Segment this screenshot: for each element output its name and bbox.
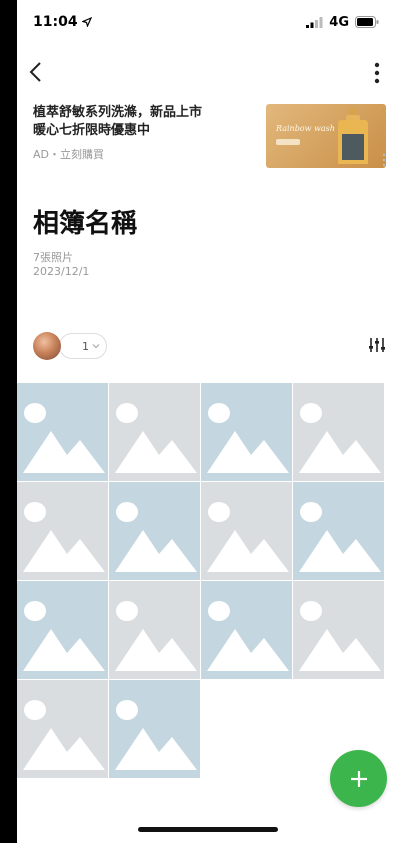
more-options-button[interactable]	[367, 60, 387, 86]
image-placeholder-icon	[299, 403, 381, 473]
plus-icon	[350, 770, 367, 787]
image-placeholder-icon	[207, 502, 289, 572]
image-placeholder-icon	[207, 403, 289, 473]
photo-thumbnail[interactable]	[109, 680, 200, 778]
chevron-down-icon	[92, 344, 100, 349]
status-time: 11:04	[33, 14, 78, 30]
album-date: 2023/12/1	[33, 265, 90, 278]
location-arrow-icon	[81, 17, 92, 27]
image-placeholder-icon	[115, 502, 197, 572]
album-title: 相簿名稱	[33, 209, 138, 239]
photo-thumbnail[interactable]	[201, 581, 292, 679]
photo-thumbnail[interactable]	[293, 581, 384, 679]
image-placeholder-icon	[23, 403, 105, 473]
vertical-ellipsis-icon	[374, 62, 380, 84]
vertical-ellipsis-icon	[382, 153, 386, 167]
filter-button[interactable]	[367, 335, 387, 355]
members-row: 1	[33, 330, 387, 366]
sliders-icon	[369, 338, 385, 352]
image-placeholder-icon	[23, 700, 105, 770]
photo-thumbnail[interactable]	[109, 581, 200, 679]
image-placeholder-icon	[115, 403, 197, 473]
album-screen: 11:04 4G 植萃舒敏系列洗滌，新品上市 暖心七折限時優惠中 AD・立刻購買…	[17, 0, 393, 843]
member-avatar[interactable]	[33, 332, 61, 360]
photo-thumbnail[interactable]	[293, 383, 384, 481]
photo-thumbnail[interactable]	[17, 383, 108, 481]
chevron-left-icon	[29, 62, 41, 82]
status-time-wrap: 11:04	[33, 14, 92, 30]
signal-icon	[306, 16, 323, 28]
image-placeholder-icon	[115, 700, 197, 770]
image-placeholder-icon	[299, 502, 381, 572]
ad-image[interactable]: Rainbow wash	[266, 104, 386, 168]
photo-thumbnail[interactable]	[17, 581, 108, 679]
photo-thumbnail[interactable]	[201, 482, 292, 580]
status-right: 4G	[306, 15, 379, 30]
members-button[interactable]: 1	[59, 333, 107, 359]
photo-thumbnail[interactable]	[201, 383, 292, 481]
home-indicator	[138, 827, 278, 832]
add-photo-button[interactable]	[330, 750, 387, 807]
back-button[interactable]	[25, 60, 49, 84]
member-count: 1	[82, 339, 89, 353]
image-placeholder-icon	[115, 601, 197, 671]
photo-thumbnail[interactable]	[17, 680, 108, 778]
album-photo-count: 7張照片	[33, 251, 73, 264]
photo-thumbnail[interactable]	[293, 482, 384, 580]
photo-grid	[17, 383, 393, 778]
image-placeholder-icon	[299, 601, 381, 671]
status-bar: 11:04 4G	[17, 0, 393, 44]
network-type: 4G	[329, 14, 349, 30]
image-placeholder-icon	[23, 601, 105, 671]
battery-icon	[355, 16, 379, 28]
ad-more-button[interactable]	[381, 152, 387, 167]
product-bottle-icon	[338, 108, 368, 164]
photo-thumbnail[interactable]	[17, 482, 108, 580]
image-placeholder-icon	[23, 502, 105, 572]
photo-thumbnail[interactable]	[109, 383, 200, 481]
nav-bar	[17, 52, 393, 92]
photo-thumbnail[interactable]	[109, 482, 200, 580]
image-placeholder-icon	[207, 601, 289, 671]
ad-banner[interactable]: 植萃舒敏系列洗滌，新品上市 暖心七折限時優惠中 AD・立刻購買 Rainbow …	[33, 104, 386, 170]
